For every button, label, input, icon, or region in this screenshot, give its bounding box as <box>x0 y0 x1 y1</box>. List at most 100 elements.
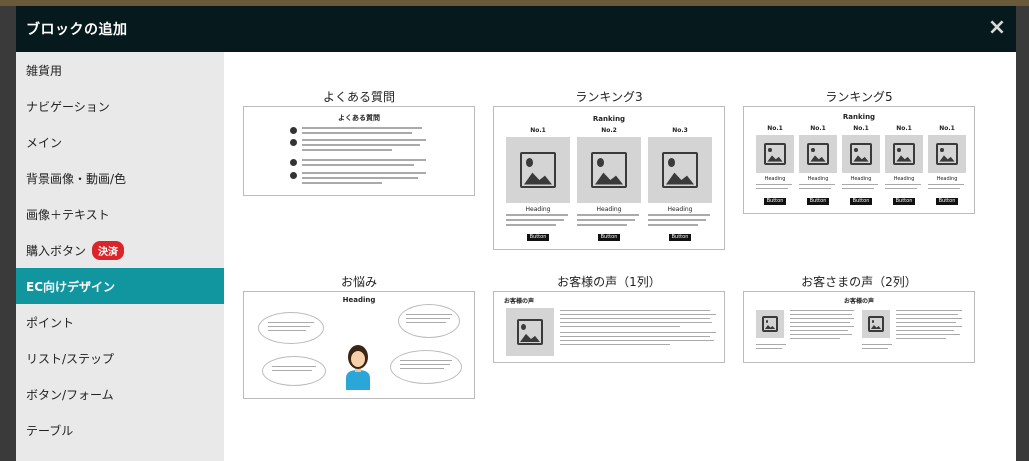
faq-number-dot <box>290 127 297 134</box>
thumb-text-line <box>756 348 782 349</box>
rank-label: No.1 <box>939 125 955 132</box>
image-placeholder-icon <box>756 310 784 338</box>
sidebar-item-button-form[interactable]: ボタン/フォーム <box>16 376 224 412</box>
thumb-text-line <box>506 224 556 226</box>
thumb-text-line <box>790 330 848 331</box>
speech-bubble <box>258 312 324 344</box>
thumb-text-line <box>302 159 426 161</box>
block-card-ranking5[interactable]: ランキング5 Ranking No.1 No.1 No.1 No.1 No.1 … <box>743 88 975 214</box>
rank-label: No.3 <box>672 127 688 134</box>
thumb-heading: Ranking <box>842 113 876 121</box>
mini-button: Button <box>850 198 872 205</box>
thumb-text-line <box>560 326 680 327</box>
image-placeholder-icon <box>756 135 794 173</box>
sidebar-item-label: ナビゲーション <box>26 99 110 114</box>
thumb-heading: よくある質問 <box>338 114 380 122</box>
person-icon <box>346 345 370 390</box>
thumb-text-line <box>756 344 786 345</box>
thumb-text-line <box>790 334 852 335</box>
item-heading: Heading <box>525 206 551 213</box>
rank-label: No.1 <box>530 127 546 134</box>
thumb-text-line <box>268 330 306 331</box>
sidebar-item-point[interactable]: ポイント <box>16 304 224 340</box>
block-card-title: ランキング3 <box>575 90 643 104</box>
block-card-title: お客さまの声（2列） <box>801 275 917 289</box>
item-heading: Heading <box>667 206 693 213</box>
thumb-text-line <box>756 184 792 185</box>
thumb-text-line <box>862 344 892 345</box>
block-card-title: お客様の声（1列） <box>557 275 661 289</box>
rank-label: No.2 <box>601 127 617 134</box>
thumb-text-line <box>790 310 854 311</box>
thumb-text-line <box>302 164 414 166</box>
image-placeholder-icon <box>506 308 554 356</box>
thumb-text-line <box>648 214 710 216</box>
faq-number-dot <box>290 172 297 179</box>
thumb-text-line <box>406 322 446 323</box>
sidebar-item-ec-design[interactable]: EC向けデザイン <box>16 268 224 304</box>
thumb-text-line <box>406 314 452 315</box>
sidebar-item-image-text[interactable]: 画像＋テキスト <box>16 196 224 232</box>
thumb-text-line <box>560 310 710 311</box>
thumb-text-line <box>928 184 964 185</box>
block-thumbnail-worries: Heading <box>243 291 475 399</box>
thumb-text-line <box>896 322 956 323</box>
block-grid: よくある質問 よくある質問 ランキング3 Ranking No.1 No.2 N… <box>224 52 1016 461</box>
sidebar-item-label: メイン <box>26 135 63 150</box>
block-card-faq[interactable]: よくある質問 よくある質問 <box>243 88 475 196</box>
thumb-text-line <box>577 224 627 226</box>
thumb-text-line <box>560 332 716 333</box>
rank-label: No.1 <box>853 125 869 132</box>
item-heading: Heading <box>764 176 786 182</box>
thumb-text-line <box>790 338 840 339</box>
thumb-text-line <box>577 214 639 216</box>
mini-button: Button <box>893 198 915 205</box>
thumb-text-line <box>560 322 712 323</box>
thumb-text-line <box>799 184 835 185</box>
thumb-text-line <box>885 188 917 189</box>
image-placeholder-icon <box>648 137 712 203</box>
sidebar-item-label: 画像＋テキスト <box>26 207 110 222</box>
image-placeholder-icon <box>862 310 890 338</box>
rank-label: No.1 <box>896 125 912 132</box>
block-card-title: お悩み <box>340 275 377 289</box>
block-card-worries[interactable]: お悩み Heading <box>243 273 475 399</box>
thumb-text-line <box>302 127 422 129</box>
speech-bubble <box>262 356 326 386</box>
thumb-text-line <box>302 132 412 134</box>
thumb-text-line <box>560 340 714 341</box>
close-icon[interactable]: × <box>984 14 1010 40</box>
block-thumbnail-voice-2col: お客様の声 <box>743 291 975 363</box>
rank-label: No.1 <box>767 125 783 132</box>
block-thumbnail-ranking5: Ranking No.1 No.1 No.1 No.1 No.1 Heading… <box>743 106 975 214</box>
sidebar-item-purchase-button[interactable]: 購入ボタン 決済 <box>16 232 224 268</box>
category-sidebar: 雑貨用 ナビゲーション メイン 背景画像・動画/色 画像＋テキスト 購入ボタン決… <box>16 52 224 461</box>
item-heading: Heading <box>596 206 622 213</box>
thumb-text-line <box>842 188 874 189</box>
thumb-text-line <box>268 322 314 323</box>
sidebar-item-label: 購入ボタン <box>26 243 87 258</box>
sidebar-item-label: ボタン/フォーム <box>26 387 114 402</box>
sidebar-item-zakka[interactable]: 雑貨用 <box>16 52 224 88</box>
block-card-ranking3[interactable]: ランキング3 Ranking No.1 No.2 No.3 Heading He… <box>493 88 725 250</box>
thumb-text-line <box>302 149 392 151</box>
sidebar-item-background[interactable]: 背景画像・動画/色 <box>16 160 224 196</box>
sidebar-item-table[interactable]: テーブル <box>16 412 224 448</box>
modal-body: 雑貨用 ナビゲーション メイン 背景画像・動画/色 画像＋テキスト 購入ボタン決… <box>16 52 1016 461</box>
thumb-text-line <box>268 326 310 327</box>
sidebar-item-main[interactable]: メイン <box>16 124 224 160</box>
sidebar-item-navigation[interactable]: ナビゲーション <box>16 88 224 124</box>
thumb-text-line <box>302 177 418 179</box>
image-placeholder-icon <box>885 135 923 173</box>
speech-bubble <box>398 304 460 338</box>
payment-badge: 決済 <box>92 240 125 260</box>
sidebar-item-list-step[interactable]: リスト/ステップ <box>16 340 224 376</box>
thumb-text-line <box>400 360 452 361</box>
block-card-voice-2col[interactable]: お客さまの声（2列） お客様の声 <box>743 273 975 363</box>
block-thumbnail-faq: よくある質問 <box>243 106 475 196</box>
mini-button: Button <box>807 198 829 205</box>
mini-button: Button <box>764 198 786 205</box>
thumb-text-line <box>896 314 958 315</box>
block-card-voice-1col[interactable]: お客様の声（1列） お客様の声 <box>493 273 725 363</box>
thumb-text-line <box>896 310 962 311</box>
